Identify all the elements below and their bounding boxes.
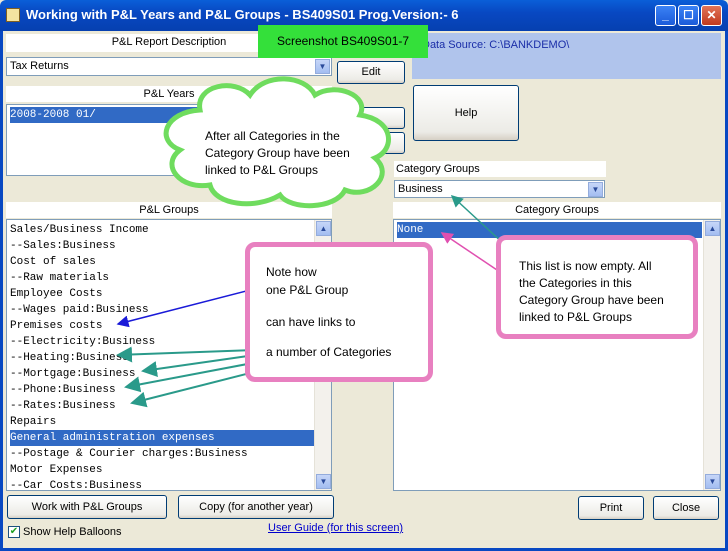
- empty-list-callout: This list is now empty. All the Categori…: [496, 235, 698, 339]
- screenshot-label: Screenshot BS409S01-7: [258, 25, 428, 58]
- note-line-2: one P&L Group: [266, 283, 349, 297]
- cloud-callout-text: After all Categories in the Category Gro…: [205, 128, 350, 179]
- cloud-line-3: linked to P&L Groups: [205, 163, 318, 177]
- arrow-premises: [116, 287, 259, 328]
- empty-line-3: Category Group have been: [519, 293, 664, 307]
- empty-line-1: This list is now empty. All: [519, 259, 652, 273]
- cloud-line-1: After all Categories in the: [205, 129, 340, 143]
- arrow-to-none: [440, 232, 501, 273]
- note-line-4: a number of Categories: [266, 345, 392, 359]
- note-line-1: Note how: [266, 265, 317, 279]
- empty-line-4: linked to P&L Groups: [519, 310, 632, 324]
- note-line-3: can have links to: [266, 315, 356, 329]
- empty-line-2: the Categories in this: [519, 276, 632, 290]
- arrow-phone: [124, 361, 259, 393]
- note-callout: Note how one P&L Group can have links to…: [245, 242, 433, 382]
- arrow-rates: [130, 369, 263, 408]
- arrow-heating: [116, 346, 256, 363]
- arrow-to-category-combo: [450, 194, 506, 246]
- cloud-line-2: Category Group have been: [205, 146, 350, 160]
- arrow-mortgage: [141, 354, 256, 377]
